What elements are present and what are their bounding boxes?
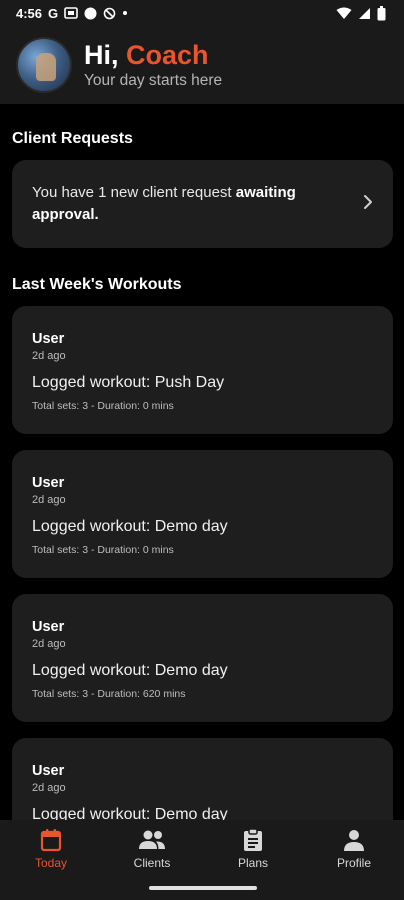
workout-title: Logged workout: Demo day [32, 806, 228, 820]
avatar[interactable] [16, 37, 72, 93]
person-icon [344, 830, 364, 851]
workout-meta: Total sets: 3 - Duration: 620 mins [32, 688, 186, 700]
nav-today[interactable]: Today [11, 828, 91, 870]
workout-time: 2d ago [32, 638, 66, 650]
workout-meta: Total sets: 3 - Duration: 0 mins [32, 400, 174, 412]
client-request-card[interactable]: You have 1 new client request awaiting a… [12, 160, 393, 248]
chevron-right-icon [364, 195, 372, 209]
greeting-hi: Hi, [84, 40, 119, 70]
workout-user: User [32, 331, 65, 347]
workout-card[interactable]: User 2d ago Logged workout: Push Day Tot… [12, 306, 393, 434]
calendar-icon [40, 829, 62, 852]
workout-meta: Total sets: 3 - Duration: 0 mins [32, 544, 174, 556]
circle-icon [84, 7, 97, 19]
nav-plans-label: Plans [237, 856, 269, 870]
client-request-text: You have 1 new client request awaiting a… [32, 182, 332, 226]
nav-profile-label: Profile [336, 856, 371, 870]
clipboard-icon [244, 828, 262, 851]
workout-time: 2d ago [32, 782, 66, 794]
nav-today-label: Today [34, 856, 68, 870]
workout-card[interactable]: User 2d ago Logged workout: Demo day Tot… [12, 594, 393, 722]
google-icon: G [48, 5, 59, 21]
status-time: 4:56 [16, 5, 43, 21]
client-request-prefix: You have 1 new client request [32, 184, 236, 201]
wifi-icon [336, 7, 352, 19]
workouts-title: Last Week's Workouts [12, 276, 182, 293]
avatar-figure [36, 53, 56, 81]
greeting: Hi, Coach Your day starts here [84, 40, 222, 90]
home-indicator[interactable] [149, 886, 257, 890]
nav-plans[interactable]: Plans [213, 828, 293, 870]
workout-title: Logged workout: Demo day [32, 662, 228, 679]
workout-title: Logged workout: Push Day [32, 374, 225, 391]
workout-user: User [32, 619, 65, 635]
nav-clients-label: Clients [133, 856, 171, 870]
people-icon [139, 830, 165, 849]
workout-time: 2d ago [32, 494, 66, 506]
nav-profile[interactable]: Profile [314, 828, 394, 870]
status-left: 4:56 G [16, 6, 128, 21]
workout-time: 2d ago [32, 350, 66, 362]
status-right [336, 5, 386, 21]
dot-icon [123, 11, 128, 15]
nav-clients[interactable]: Clients [112, 828, 192, 870]
blocked-icon [103, 7, 116, 19]
screen-icon [64, 7, 78, 19]
header: Hi, Coach Your day starts here [0, 26, 404, 104]
signal-icon [359, 7, 370, 19]
workout-title: Logged workout: Demo day [32, 518, 228, 535]
status-bar: 4:56 G [0, 0, 404, 26]
battery-icon [377, 5, 386, 20]
greeting-subtitle: Your day starts here [84, 72, 223, 89]
client-requests-title: Client Requests [12, 130, 133, 147]
greeting-title: Hi, Coach [84, 40, 222, 70]
workout-card[interactable]: User 2d ago Logged workout: Demo day Tot… [12, 450, 393, 578]
workout-user: User [32, 763, 65, 779]
workout-card[interactable]: User 2d ago Logged workout: Demo day [12, 738, 393, 820]
workout-user: User [32, 475, 65, 491]
greeting-name: Coach [126, 40, 209, 70]
main-content[interactable]: Client Requests You have 1 new client re… [0, 104, 404, 820]
